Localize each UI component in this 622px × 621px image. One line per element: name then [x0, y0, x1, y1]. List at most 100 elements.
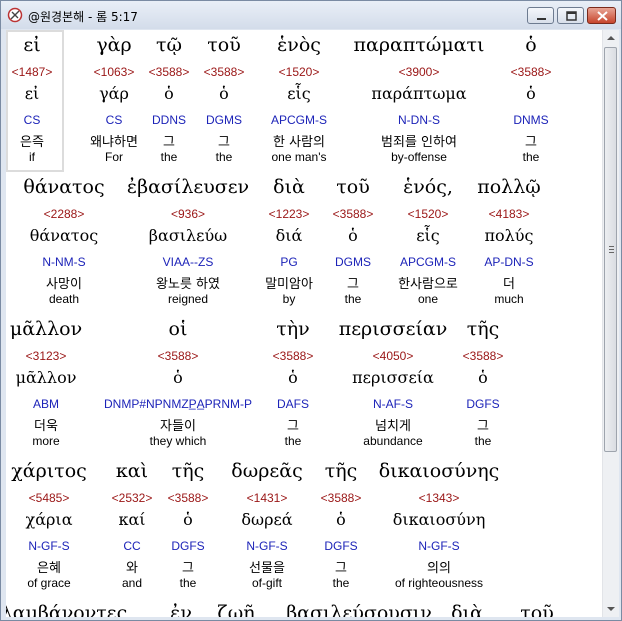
interlinear-window: @원경본해 - 롬 5:17 εἰ <1487> εἰ CS 은즉 if γὰρ <1063>…	[0, 0, 622, 621]
english-gloss: and	[121, 576, 143, 590]
greek-word: διὰ	[451, 602, 483, 617]
korean-gloss: 한사람으로	[398, 277, 458, 292]
greek-word: λαμβάνοντες	[6, 602, 128, 617]
korean-gloss: 그	[477, 419, 489, 434]
greek-word: καὶ	[115, 460, 149, 482]
korean-gloss: 그	[347, 277, 359, 292]
english-gloss: of grace	[27, 576, 71, 590]
greek-word: τῆς	[324, 460, 358, 482]
english-gloss: the	[474, 434, 492, 448]
morph-code: DAFS	[276, 397, 310, 411]
english-gloss: the	[179, 576, 197, 590]
scroll-down-icon	[607, 607, 615, 611]
scroll-up-icon	[607, 36, 615, 40]
greek-word: ἑνὸς	[277, 34, 321, 56]
english-gloss: they which	[149, 434, 207, 448]
korean-gloss: 왕노릇 하였	[156, 277, 220, 292]
lexical-form: βασιλεύω	[148, 226, 228, 245]
strong-number: <2532>	[111, 491, 153, 505]
morph-code: PG	[280, 255, 298, 269]
greek-word: πολλῷ	[477, 176, 541, 198]
vertical-scrollbar[interactable]	[602, 30, 619, 617]
strong-number: <3588>	[272, 349, 314, 363]
lexical-form: ὁ	[478, 368, 488, 387]
english-gloss: death	[48, 292, 80, 306]
english-gloss: the	[284, 434, 302, 448]
strong-number: <3588>	[167, 491, 209, 505]
minimize-button[interactable]	[527, 7, 554, 24]
close-icon	[597, 11, 608, 21]
english-gloss: one	[417, 292, 439, 306]
minimize-icon	[537, 18, 546, 20]
greek-word: τῷ	[155, 34, 183, 56]
lexical-form: εἷς	[416, 226, 440, 245]
english-gloss: For	[105, 150, 123, 164]
korean-gloss: 그	[182, 561, 194, 576]
scroll-up-button[interactable]	[603, 30, 619, 46]
english-gloss: one man's	[271, 150, 327, 164]
morph-code: N-GF-S	[418, 539, 460, 553]
lexical-form: γάρ	[99, 84, 129, 103]
grip-icon	[609, 246, 614, 253]
lexical-form: παράπτωμα	[371, 84, 467, 103]
korean-gloss: 한 사람의	[273, 135, 325, 150]
greek-word: εἰ	[23, 34, 41, 56]
strong-number: <3900>	[398, 65, 440, 79]
english-gloss: if	[29, 150, 35, 164]
strong-number: <1520>	[278, 65, 320, 79]
lexical-form: δικαιοσύνη	[392, 510, 486, 529]
korean-gloss: 더욱	[34, 419, 58, 434]
strong-number: <1343>	[418, 491, 460, 505]
morph-code: APCGM-S	[270, 113, 328, 127]
greek-word: παραπτώματι	[353, 34, 485, 56]
lexical-form: μᾶλλον	[15, 368, 77, 387]
english-gloss: the	[522, 150, 540, 164]
strong-number: <1063>	[93, 65, 135, 79]
strong-number: <5485>	[28, 491, 70, 505]
strong-number: <1223>	[268, 207, 310, 221]
greek-word: δικαιοσύνης	[378, 460, 500, 482]
korean-gloss: 와	[126, 561, 138, 576]
morph-code: N-GF-S	[246, 539, 288, 553]
english-gloss: reigned	[167, 292, 209, 306]
close-button[interactable]	[587, 7, 616, 24]
greek-word: χάριτος	[11, 460, 87, 482]
greek-word: μᾶλλον	[9, 318, 83, 340]
lexical-form: ὁ	[164, 84, 174, 103]
korean-gloss: 그	[525, 135, 537, 150]
maximize-button[interactable]	[557, 7, 584, 24]
morph-code: N-AF-S	[373, 397, 413, 411]
lexical-form: θάνατος	[29, 226, 99, 245]
english-gloss: more	[32, 434, 60, 448]
korean-gloss: 선물을	[249, 561, 285, 576]
scroll-down-button[interactable]	[603, 601, 619, 617]
lexical-form: ὁ	[173, 368, 183, 387]
strong-number: <4050>	[372, 349, 414, 363]
lexical-form: πολύς	[484, 226, 534, 245]
lexical-form: ὁ	[336, 510, 346, 529]
korean-gloss: 은즉	[20, 135, 44, 150]
lexical-form: περισσεία	[352, 368, 434, 387]
greek-word: τοῦ	[336, 176, 370, 198]
morph-code: DGMS	[335, 255, 371, 269]
english-gloss: the	[332, 576, 350, 590]
strong-number: <3588>	[332, 207, 374, 221]
strong-number: <3588>	[157, 349, 199, 363]
strong-number: <3588>	[148, 65, 190, 79]
korean-gloss: 자들이	[160, 419, 196, 434]
greek-word: δωρεᾶς	[231, 460, 303, 482]
greek-word: γὰρ	[96, 34, 132, 56]
morph-code: N-NM-S	[42, 255, 86, 269]
greek-word: τῆς	[171, 460, 205, 482]
scrollbar-thumb[interactable]	[604, 47, 617, 452]
strong-number: <936>	[170, 207, 206, 221]
title-bar[interactable]: @원경본해 - 롬 5:17	[1, 1, 621, 29]
english-gloss: by	[282, 292, 296, 306]
korean-gloss: 범죄를 인하여	[381, 135, 457, 150]
greek-word: ζωῇ	[217, 602, 255, 617]
strong-number: <3588>	[510, 65, 552, 79]
morph-code: CS	[105, 113, 123, 127]
lexical-form: ὁ	[526, 84, 536, 103]
morph-code: DNMP#NPNMZP̲A̲PRNM-P	[103, 397, 253, 411]
greek-word: περισσείαν	[338, 318, 448, 340]
